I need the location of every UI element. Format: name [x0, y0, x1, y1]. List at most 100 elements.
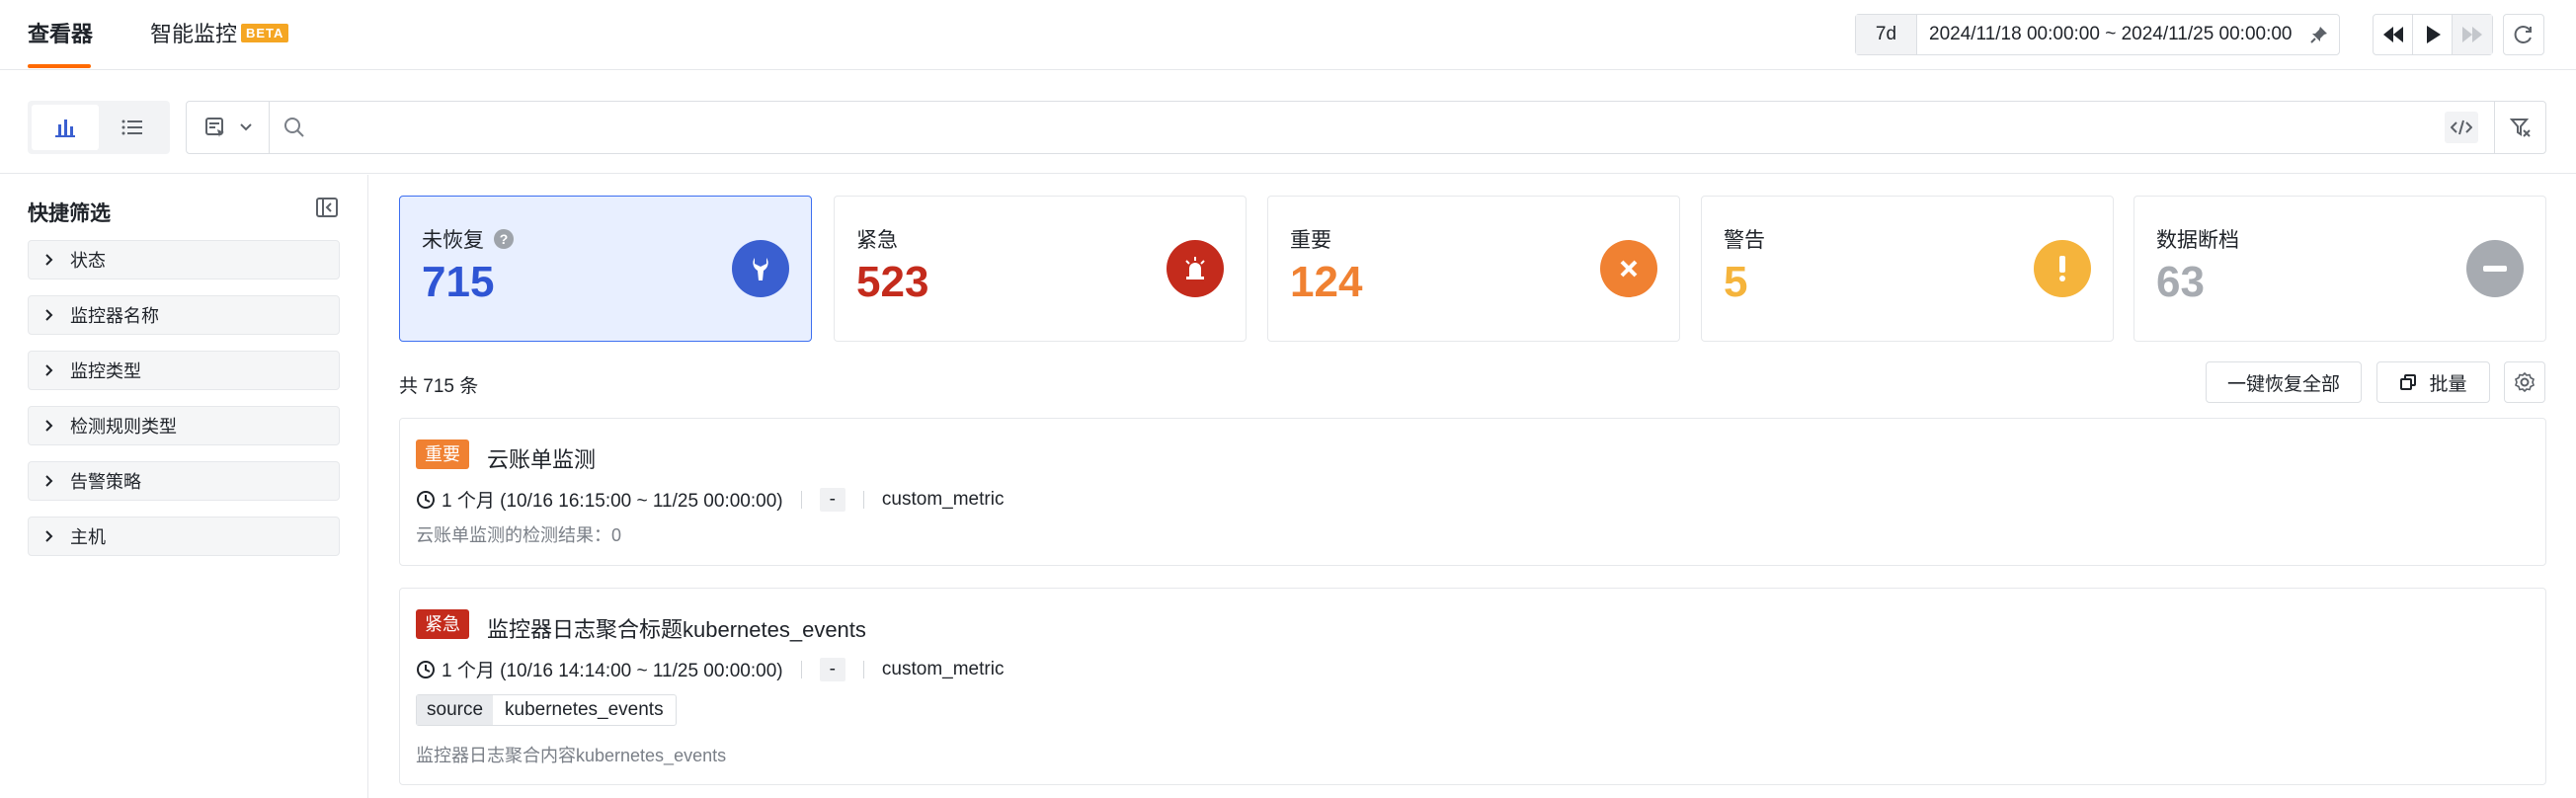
minus-icon: [2466, 240, 2524, 297]
event-meta: 1 个月 (10/16 14:14:00 ~ 11/25 00:00:00) -…: [416, 656, 1004, 682]
event-dimension: -: [819, 657, 845, 681]
event-card[interactable]: 重要 云账单监测 1 个月 (10/16 16:15:00 ~ 11/25 00…: [399, 418, 2546, 566]
divider: [800, 490, 802, 509]
refresh-icon: [2514, 26, 2532, 43]
list-icon: [121, 120, 142, 135]
filter-clear-icon: [2509, 119, 2531, 137]
chevron-right-icon: [29, 253, 70, 267]
play-icon[interactable]: [2413, 15, 2453, 54]
list-view-button[interactable]: [99, 105, 166, 150]
fast-forward-icon[interactable]: [2453, 15, 2492, 54]
clear-filter-button[interactable]: [2494, 102, 2545, 153]
filter-status[interactable]: 状态: [28, 240, 340, 279]
filter-label: 检测规则类型: [70, 417, 177, 437]
rewind-icon[interactable]: [2374, 15, 2413, 54]
stat-label-wrap: 警告: [1724, 224, 1765, 254]
stat-value: 715: [422, 258, 495, 306]
batch-label: 批量: [2429, 373, 2467, 395]
event-metric-type: custom_metric: [881, 658, 1005, 679]
filter-host[interactable]: 主机: [28, 517, 340, 556]
stat-card-warning[interactable]: 警告 5: [1701, 196, 2114, 342]
stat-label: 紧急: [856, 229, 898, 252]
siren-icon: [1167, 240, 1224, 297]
event-card[interactable]: 紧急 监控器日志聚合标题kubernetes_events 1 个月 (10/1…: [399, 588, 2546, 785]
stat-value: 523: [856, 258, 929, 306]
active-tab-indicator: [28, 64, 91, 68]
divider: [862, 490, 864, 509]
query-mode-selector[interactable]: [187, 102, 270, 153]
search-box: [186, 101, 2546, 154]
stat-label-wrap: 重要: [1290, 224, 1331, 254]
filter-rule-type[interactable]: 检测规则类型: [28, 406, 340, 445]
chevron-down-icon: [239, 123, 252, 131]
recover-all-label: 一键恢复全部: [2226, 373, 2340, 395]
time-range-label[interactable]: 7d: [1856, 15, 1917, 54]
bar-chart-icon: [55, 120, 75, 137]
quick-filter-title: 快捷筛选: [28, 202, 111, 225]
help-icon[interactable]: ?: [494, 229, 514, 249]
stat-label: 重要: [1290, 229, 1331, 252]
tab-viewer[interactable]: 查看器: [28, 20, 93, 49]
exclamation-icon: [2034, 240, 2091, 297]
divider: [862, 660, 864, 678]
filter-label: 监控器名称: [70, 306, 159, 326]
stat-label-wrap: 紧急: [856, 224, 898, 254]
filter-label: 状态: [70, 251, 106, 271]
copy-icon: [2400, 374, 2417, 390]
stat-card-no-data[interactable]: 数据断档 63: [2133, 196, 2546, 342]
chevron-right-icon: [29, 529, 70, 543]
playback-controls: [2373, 14, 2493, 55]
stat-label: 警告: [1724, 229, 1765, 252]
event-dimension: -: [819, 487, 845, 512]
tag-key: source: [417, 695, 494, 725]
search-input[interactable]: [315, 110, 2429, 145]
quick-filter-sidebar: 快捷筛选 状态 监控器名称 监控类型 检测规则类型 告警策略 主机: [0, 175, 368, 798]
event-meta: 1 个月 (10/16 16:15:00 ~ 11/25 00:00:00) -…: [416, 486, 1004, 513]
search-toolbar: [0, 71, 2576, 174]
refresh-button[interactable]: [2503, 14, 2544, 55]
filter-alert-policy[interactable]: 告警策略: [28, 461, 340, 501]
stat-value: 63: [2156, 258, 2205, 306]
filter-monitor-type[interactable]: 监控类型: [28, 351, 340, 390]
beta-badge: BETA: [241, 24, 289, 42]
filter-label: 主机: [70, 527, 106, 547]
stat-value: 5: [1724, 258, 1748, 306]
code-mode-button[interactable]: [2445, 112, 2478, 143]
chevron-right-icon: [29, 419, 70, 433]
pin-icon[interactable]: [2299, 15, 2339, 54]
time-range-text[interactable]: 2024/11/18 00:00:00 ~ 2024/11/25 00:00:0…: [1917, 24, 2299, 45]
stat-card-unrecovered[interactable]: 未恢复 ? 715: [399, 196, 812, 342]
stat-card-critical[interactable]: 紧急 523: [834, 196, 1247, 342]
stat-value: 124: [1290, 258, 1363, 306]
x-circle-icon: [1600, 240, 1657, 297]
stat-label-wrap: 未恢复 ?: [422, 224, 514, 254]
filter-monitor-name[interactable]: 监控器名称: [28, 295, 340, 335]
stat-label: 未恢复: [422, 229, 484, 252]
event-title[interactable]: 监控器日志聚合标题kubernetes_events: [487, 612, 866, 644]
result-count: 共 715 条: [399, 376, 479, 397]
chevron-right-icon: [29, 474, 70, 488]
chevron-right-icon: [29, 308, 70, 322]
filter-label: 监控类型: [70, 361, 141, 381]
chart-view-button[interactable]: [32, 105, 99, 150]
time-picker[interactable]: 7d 2024/11/18 00:00:00 ~ 2024/11/25 00:0…: [1855, 14, 2340, 55]
wrench-icon: [732, 240, 789, 297]
collapse-sidebar-icon[interactable]: [315, 197, 339, 223]
event-description: 云账单监测的检测结果：0: [416, 525, 622, 545]
code-icon: [2451, 120, 2472, 135]
tab-smart-monitor[interactable]: 智能监控: [150, 20, 237, 49]
recover-all-button[interactable]: 一键恢复全部: [2206, 361, 2362, 403]
chevron-right-icon: [29, 363, 70, 377]
event-title[interactable]: 云账单监测: [487, 442, 596, 474]
event-tag[interactable]: source kubernetes_events: [416, 694, 677, 726]
view-toggle: [28, 101, 170, 154]
gear-icon: [2515, 371, 2535, 393]
stat-label-wrap: 数据断档: [2156, 224, 2239, 254]
event-description: 监控器日志聚合内容kubernetes_events: [416, 746, 727, 765]
settings-button[interactable]: [2504, 361, 2545, 403]
stat-label: 数据断档: [2156, 229, 2239, 252]
top-nav: 查看器 智能监控 BETA 7d 2024/11/18 00:00:00 ~ 2…: [0, 0, 2576, 70]
stat-card-important[interactable]: 重要 124: [1267, 196, 1680, 342]
filter-label: 告警策略: [70, 472, 141, 492]
batch-button[interactable]: 批量: [2376, 361, 2490, 403]
